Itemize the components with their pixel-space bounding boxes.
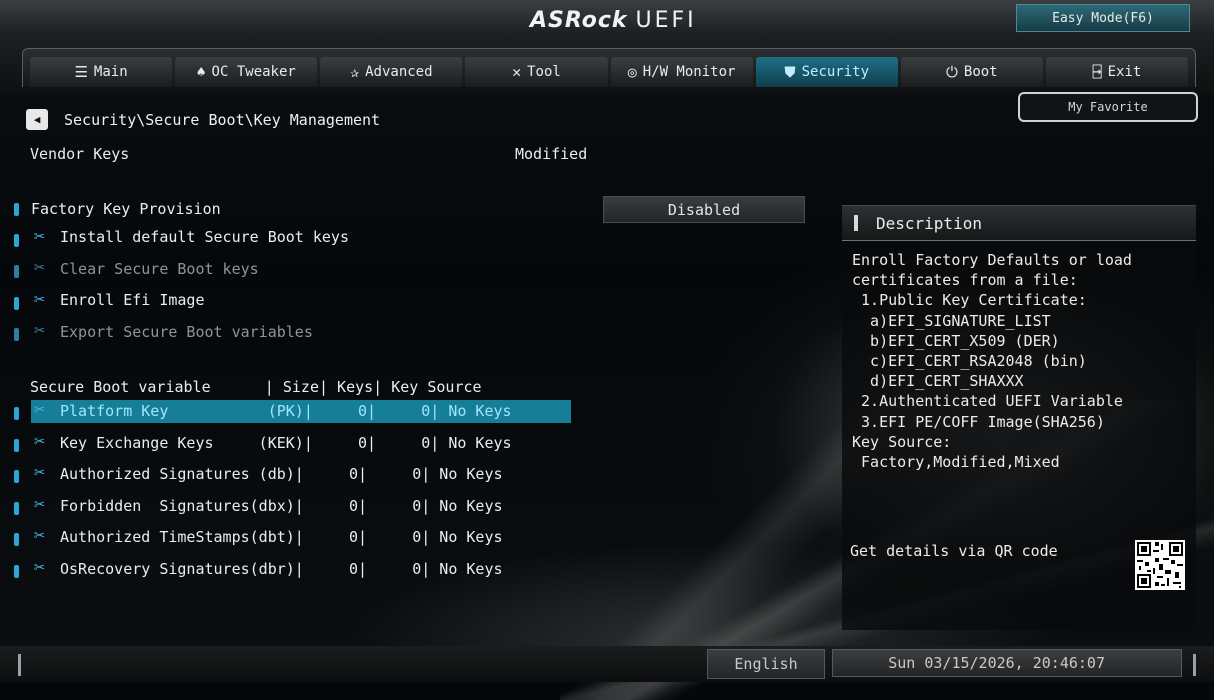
- clear-secure-boot-keys-item[interactable]: Clear Secure Boot keys: [60, 260, 259, 278]
- wrench-icon: ✂: [34, 257, 45, 278]
- vendor-keys-value: Modified: [515, 145, 588, 163]
- my-favorite-button[interactable]: My Favorite: [1018, 92, 1198, 122]
- tab-hw-monitor[interactable]: ◎ H/W Monitor: [610, 57, 753, 87]
- tab-tool[interactable]: ✕ Tool: [465, 57, 608, 87]
- item-marker: [14, 407, 19, 420]
- tab-boot[interactable]: ⏻ Boot: [900, 57, 1043, 87]
- item-marker: [14, 328, 19, 341]
- vendor-keys-label: Vendor Keys: [30, 145, 130, 163]
- footer-edge-right: [1193, 654, 1196, 676]
- star-icon: ✰: [350, 63, 360, 81]
- tab-main[interactable]: ☰ Main: [30, 57, 173, 87]
- wrench-icon: ✂: [34, 431, 45, 452]
- export-secure-boot-variables-item[interactable]: Export Secure Boot variables: [60, 323, 313, 341]
- factory-key-provision-select[interactable]: Disabled: [603, 196, 805, 223]
- item-marker: [14, 470, 19, 483]
- install-default-keys-item[interactable]: Install default Secure Boot keys: [60, 228, 349, 246]
- rocket-icon: ♠: [196, 63, 206, 81]
- tab-label: Main: [93, 64, 128, 80]
- breadcrumb: Security\Secure Boot\Key Management: [64, 111, 381, 129]
- info-icon: [854, 215, 858, 231]
- shield-icon: ⛊: [784, 63, 796, 81]
- tab-label: Tool: [527, 64, 561, 80]
- qr-hint: Get details via QR code: [850, 542, 1058, 560]
- enroll-efi-image-item[interactable]: Enroll Efi Image: [60, 291, 205, 309]
- gauge-icon: ◎: [627, 63, 637, 81]
- item-marker: [14, 203, 19, 216]
- variable-row-db[interactable]: Authorized Signatures (db)| 0| 0| No Key…: [60, 465, 503, 483]
- date-time-display: Sun 03/15/2026, 20:46:07: [832, 649, 1182, 677]
- item-marker: [14, 439, 19, 452]
- factory-key-provision-label[interactable]: Factory Key Provision: [31, 200, 221, 218]
- item-marker: [14, 297, 19, 310]
- wrench-icon: ✂: [34, 289, 45, 310]
- wrench-icon: ✂: [34, 226, 45, 247]
- variable-row-dbr[interactable]: OsRecovery Signatures(dbr)| 0| 0| No Key…: [60, 560, 503, 578]
- tab-advanced[interactable]: ✰ Advanced: [320, 57, 463, 87]
- item-marker: [14, 565, 19, 578]
- wrench-icon: ✂: [34, 462, 45, 483]
- wrench-icon: ✂: [34, 399, 45, 420]
- variable-row-dbx[interactable]: Forbidden Signatures(dbx)| 0| 0| No Keys: [60, 497, 503, 515]
- wrench-icon: ✂: [34, 525, 45, 546]
- tab-label: Exit: [1107, 64, 1142, 80]
- tab-oc-tweaker[interactable]: ♠ OC Tweaker: [175, 57, 318, 87]
- tab-label: OC Tweaker: [211, 64, 296, 80]
- wrench-icon: ✕: [512, 63, 522, 81]
- item-marker: [14, 533, 19, 546]
- description-text: Enroll Factory Defaults or load certific…: [852, 251, 1132, 472]
- tab-label: Advanced: [365, 64, 433, 80]
- tab-label: Security: [801, 64, 870, 80]
- power-icon: ⏻: [946, 63, 958, 81]
- list-icon: ☰: [74, 63, 88, 81]
- triangle-left-icon: ◀: [33, 113, 41, 126]
- wrench-icon: ✂: [34, 320, 45, 341]
- wrench-icon: ✂: [34, 494, 45, 515]
- tab-label: Boot: [963, 64, 998, 80]
- description-panel: Description Enroll Factory Defaults or l…: [842, 205, 1196, 630]
- tab-exit[interactable]: ⍈ Exit: [1045, 57, 1188, 87]
- item-marker: [14, 265, 19, 278]
- variable-row-kek[interactable]: Key Exchange Keys (KEK)| 0| 0| No Keys: [60, 434, 512, 452]
- easy-mode-button[interactable]: Easy Mode(F6): [1016, 4, 1190, 32]
- variable-row-platform-key[interactable]: Platform Key (PK)| 0| 0| No Keys: [60, 402, 512, 420]
- wrench-icon: ✂: [34, 557, 45, 578]
- variable-row-dbt[interactable]: Authorized TimeStamps(dbt)| 0| 0| No Key…: [60, 528, 503, 546]
- item-marker: [14, 502, 19, 515]
- back-button[interactable]: ◀: [26, 109, 48, 130]
- footer-edge-left: [18, 654, 21, 676]
- description-title: Description: [876, 214, 982, 233]
- language-button[interactable]: English: [707, 649, 825, 679]
- tab-label: H/W Monitor: [642, 64, 736, 80]
- item-marker: [14, 234, 19, 247]
- qr-code-icon: [1135, 540, 1185, 590]
- exit-icon: ⍈: [1092, 63, 1102, 81]
- asrock-logo: ASRock UEFI: [530, 8, 697, 33]
- description-header: Description: [842, 206, 1196, 241]
- main-tabs: ☰ Main ♠ OC Tweaker ✰ Advanced ✕ Tool ◎ H/W M…: [30, 57, 1188, 87]
- tab-security[interactable]: ⛊ Security: [755, 57, 898, 87]
- secure-boot-variable-header: Secure Boot variable | Size| Keys| Key S…: [30, 378, 482, 396]
